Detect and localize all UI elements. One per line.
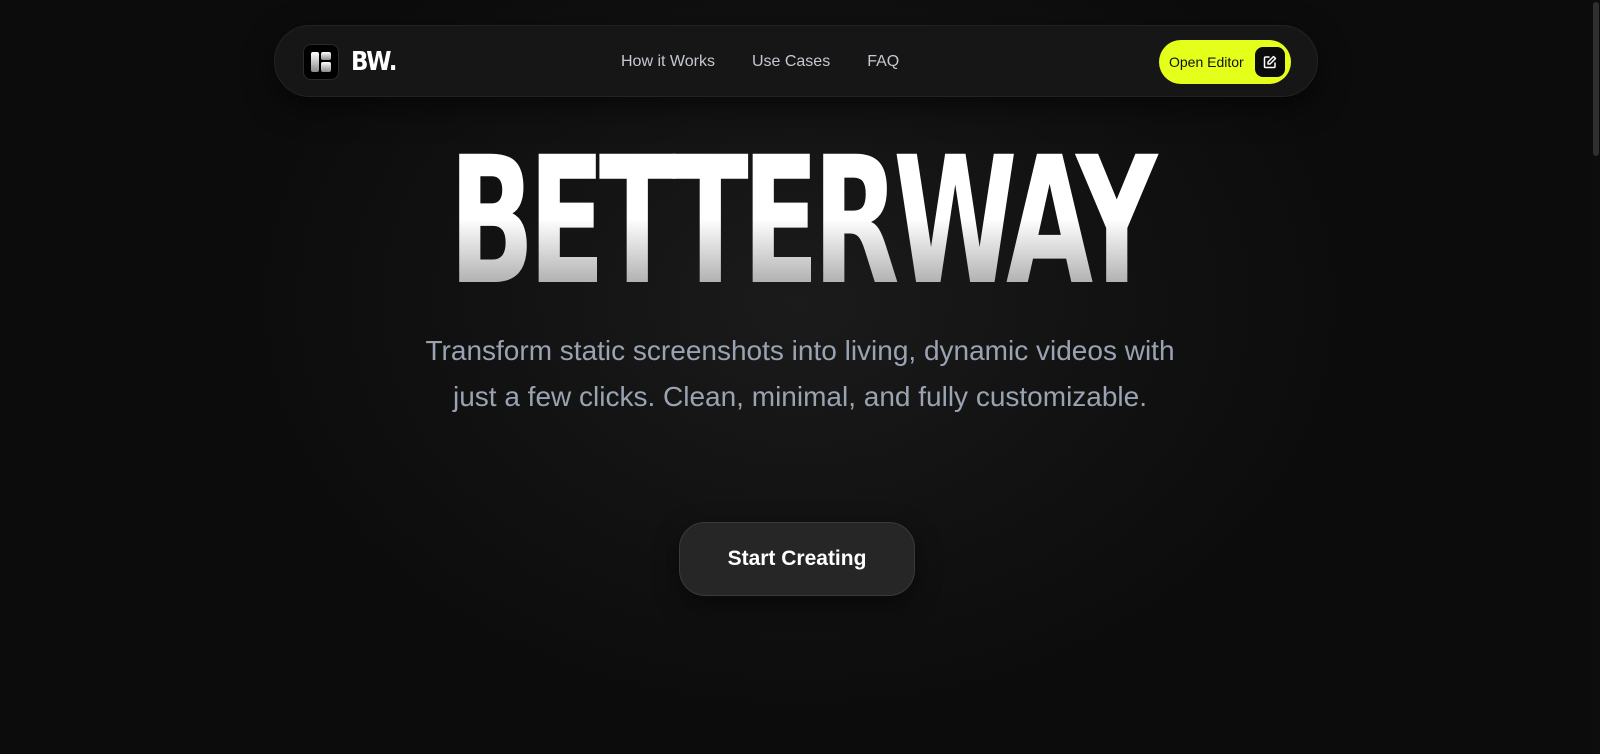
scrollbar-thumb[interactable]: [1593, 2, 1599, 156]
nav-links: How it Works Use Cases FAQ: [621, 26, 899, 98]
page-scrollbar[interactable]: [1592, 0, 1600, 754]
brand[interactable]: BW.: [303, 44, 403, 80]
hero-title: BETTERWAY: [288, 134, 1312, 310]
hero-subtitle: Transform static screenshots into living…: [425, 335, 1175, 412]
edit-icon: [1255, 47, 1285, 77]
nav-link-how-it-works[interactable]: How it Works: [621, 53, 715, 71]
nav-link-use-cases[interactable]: Use Cases: [752, 53, 830, 71]
open-editor-button[interactable]: Open Editor: [1159, 40, 1291, 84]
top-navbar: BW. How it Works Use Cases FAQ Open Edit…: [274, 25, 1318, 97]
brand-logo-icon: [303, 44, 339, 80]
open-editor-label: Open Editor: [1169, 54, 1244, 70]
brand-name: BW.: [351, 47, 397, 77]
landing-page: BW. How it Works Use Cases FAQ Open Edit…: [0, 0, 1600, 754]
nav-link-faq[interactable]: FAQ: [867, 53, 899, 71]
start-creating-button[interactable]: Start Creating: [679, 522, 915, 596]
